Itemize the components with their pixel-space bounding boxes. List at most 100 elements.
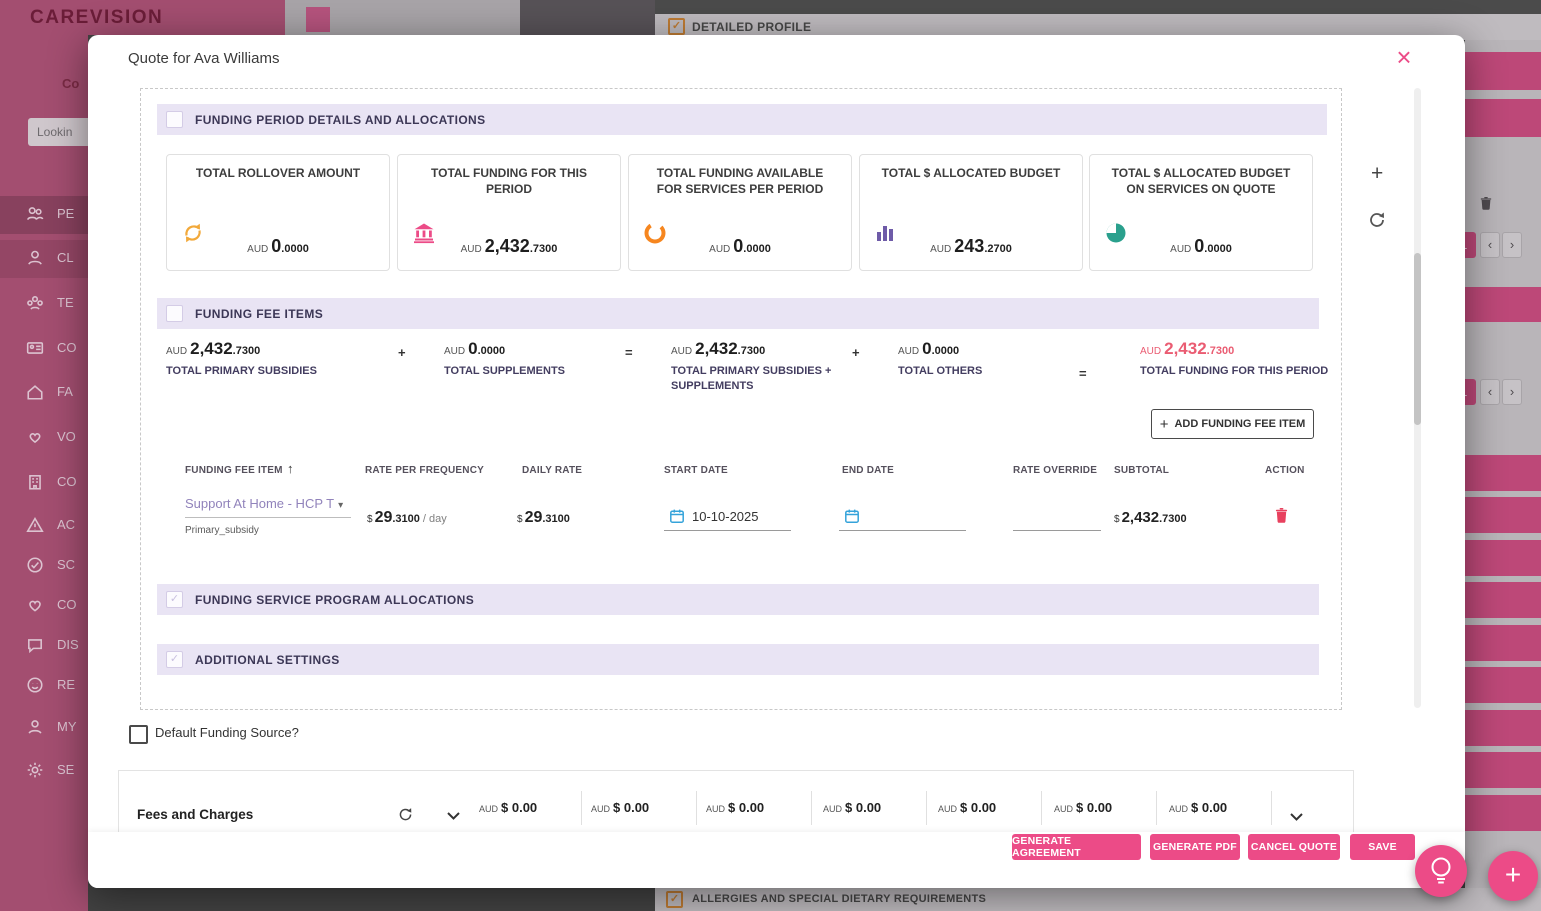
start-date-value[interactable]: 10-10-2025 [692,509,759,524]
background-strip [655,0,1541,14]
house-icon [26,383,44,401]
divider [1271,791,1272,825]
background-action-button[interactable] [1465,710,1541,746]
sidebar-item-my-account[interactable]: MY [0,709,88,747]
background-action-button[interactable] [1465,52,1541,90]
person-icon [26,718,44,736]
sort-ascending-icon[interactable]: ↑ [287,461,294,476]
help-lightbulb-button[interactable] [1415,845,1467,897]
modal-scrollbar [1414,88,1421,708]
heart-icon [26,596,44,614]
delete-icon[interactable] [1479,196,1493,211]
teams-icon [26,294,44,312]
sidebar-item-care[interactable]: CO [0,587,88,625]
sidebar-item-schedule[interactable]: SC [0,547,88,585]
add-funding-period-button[interactable]: + [1371,162,1383,186]
background-action-button[interactable] [1465,455,1541,491]
default-funding-label: Default Funding Source? [155,725,299,740]
chat-bubble-icon [26,636,44,654]
close-icon[interactable]: × [1388,41,1420,73]
sidebar-item-companies[interactable]: CO [0,464,88,502]
refresh-icon[interactable] [1368,211,1386,229]
daily-rate-value: $29.3100 [517,509,570,527]
subtotal-value: $2,432.7300 [1114,509,1187,527]
background-action-button[interactable] [1465,625,1541,661]
collapse-checkbox-icon[interactable]: ✓ [166,651,183,668]
generate-agreement-button[interactable]: GENERATE AGREEMENT [1012,834,1141,860]
section-checkbox-icon: ✓ [668,18,685,35]
section-header-funding-period[interactable]: FUNDING PERIOD DETAILS AND ALLOCATIONS [157,104,1327,135]
divider [696,791,697,825]
sidebar-item-reports[interactable]: RE [0,667,88,705]
end-date-input[interactable] [839,529,966,531]
fee-item-select[interactable]: Support At Home - HCP T▾ [185,495,351,518]
fees-and-charges-row: Fees and Charges AUD$ 0.00 AUD$ 0.00 AUD… [118,770,1354,833]
screen: Co Lookin PE CL TE CO FA VO CO [0,0,1541,911]
funding-period-container: FUNDING PERIOD DETAILS AND ALLOCATIONS T… [140,88,1342,710]
formula-primary-subsidies: AUD2,432.7300 TOTAL PRIMARY SUBSIDIES [166,339,366,379]
prev-page-button[interactable]: ‹ [1480,379,1500,405]
generate-pdf-button[interactable]: GENERATE PDF [1150,834,1240,860]
calendar-icon[interactable] [844,508,860,524]
sidebar-item-teams[interactable]: TE [0,285,88,323]
next-page-button[interactable]: › [1502,232,1522,258]
default-funding-checkbox[interactable] [129,725,148,744]
sidebar-item-volunteers[interactable]: VO [0,419,88,457]
add-new-fab[interactable]: + [1488,851,1538,901]
save-button[interactable]: SAVE [1350,834,1415,860]
section-header-additional-settings[interactable]: ✓ ADDITIONAL SETTINGS [157,644,1319,675]
sidebar-item-accidents[interactable]: AC [0,507,88,545]
background-action-button[interactable] [1465,795,1541,831]
background-action-button[interactable] [1465,582,1541,618]
detailed-profile-title: DETAILED PROFILE [692,20,811,34]
col-rate-per-frequency: RATE PER FREQUENCY [365,465,484,476]
formula-operator: = [625,345,633,360]
sidebar-item-facilities[interactable]: FA [0,374,88,412]
card-total-rollover: TOTAL ROLLOVER AMOUNT AUD0.0000 [166,154,390,271]
delete-fee-item-icon[interactable] [1274,507,1289,524]
formula-total-funding: AUD2,432.7300 TOTAL FUNDING FOR THIS PER… [1140,339,1370,379]
brand-subtext: Co [62,76,79,91]
rate-override-input[interactable] [1013,529,1101,531]
collapse-checkbox-icon[interactable]: ✓ [166,591,183,608]
collapse-checkbox-icon[interactable] [166,111,183,128]
sidebar-item-settings[interactable]: SE [0,752,88,790]
section-header-program-allocations[interactable]: ✓ FUNDING SERVICE PROGRAM ALLOCATIONS [157,584,1319,615]
chevron-down-icon[interactable] [1290,813,1303,821]
background-action-button[interactable] [1465,752,1541,788]
sidebar-item-discussions[interactable]: DIS [0,627,88,665]
chevron-down-icon[interactable] [447,812,460,820]
section-header-fee-items[interactable]: FUNDING FEE ITEMS [157,298,1319,329]
formula-operator: + [398,345,406,360]
col-rate-override: RATE OVERRIDE [1013,465,1097,476]
card-value: AUD243.2700 [860,236,1082,257]
formula-others: AUD0.0000 TOTAL OTHERS [898,339,1098,379]
prev-page-button[interactable]: ‹ [1480,232,1500,258]
scrollbar-thumb[interactable] [1414,253,1421,425]
chevron-down-icon: ▾ [338,500,343,511]
calendar-icon[interactable] [669,508,685,524]
background-action-button[interactable] [1465,287,1541,322]
start-date-input[interactable] [664,529,791,531]
divider [581,791,582,825]
allergies-header: ✓ ALLERGIES AND SPECIAL DIETARY REQUIREM… [655,888,1541,911]
sidebar-item-people[interactable]: PE [0,196,88,234]
fee-item-subtype: Primary_subsidy [185,525,259,536]
collapse-checkbox-icon[interactable] [166,305,183,322]
fee-amount: AUD$ 0.00 [1054,799,1112,817]
background-action-button[interactable] [1465,540,1541,576]
background-action-button[interactable] [1465,667,1541,703]
add-funding-fee-item-button[interactable]: + ADD FUNDING FEE ITEM [1151,409,1314,439]
col-funding-fee-item[interactable]: FUNDING FEE ITEM [185,465,283,476]
background-action-button[interactable] [1465,497,1541,533]
next-page-button[interactable]: › [1502,379,1522,405]
sidebar-item-contacts[interactable]: CO [0,330,88,368]
refresh-icon[interactable] [398,807,413,822]
smiley-icon [26,676,44,694]
sidebar-item-clients[interactable]: CL [0,240,88,278]
fee-amount: AUD$ 0.00 [1169,799,1227,817]
background-action-button[interactable] [1465,99,1541,137]
cancel-quote-button[interactable]: CANCEL QUOTE [1248,834,1340,860]
divider [1156,791,1157,825]
pagination: 1 ‹ › [1465,379,1541,405]
